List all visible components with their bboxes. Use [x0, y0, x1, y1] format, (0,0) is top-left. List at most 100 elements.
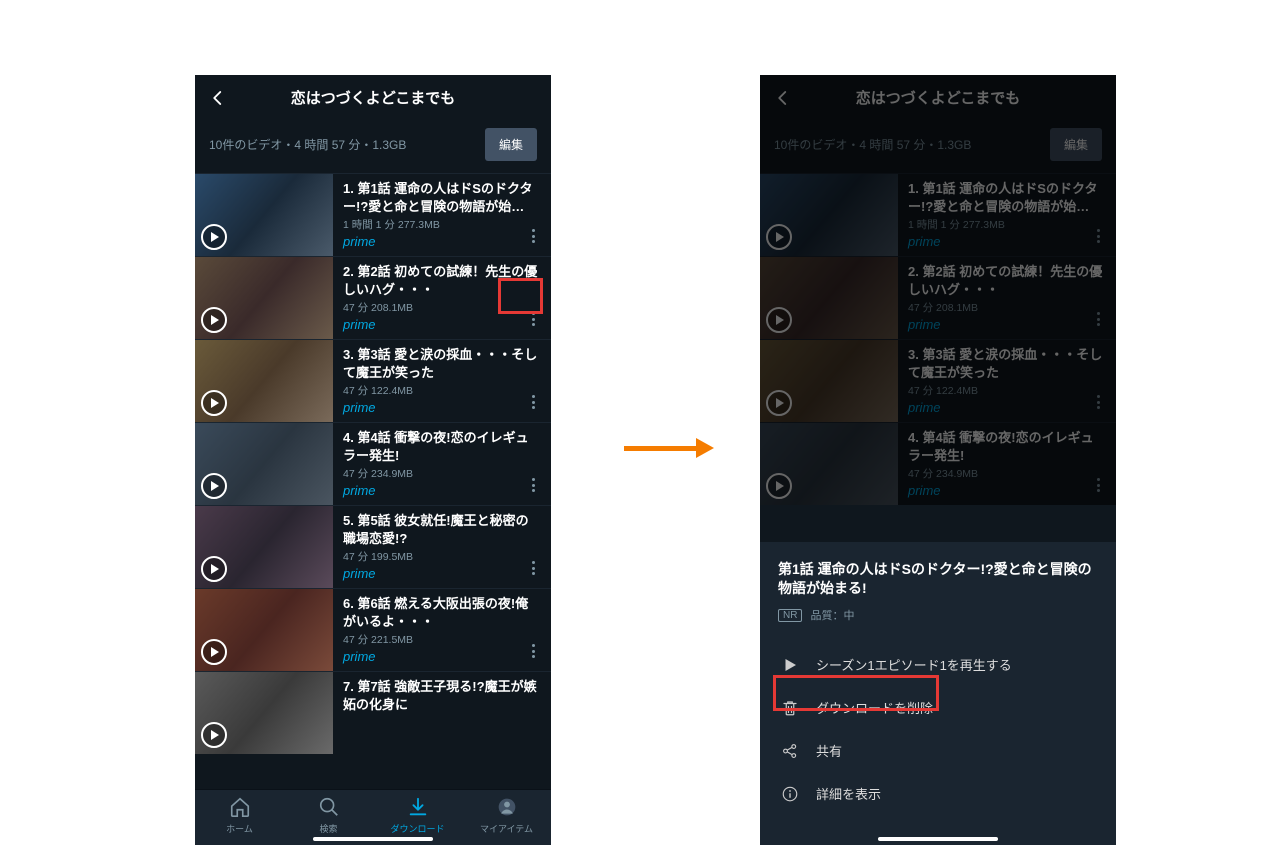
- episode-thumbnail[interactable]: [195, 672, 333, 754]
- episode-row[interactable]: 4. 第4話 衝撃の夜!恋のイレギュラー発生! 47 分 234.9MB prime: [760, 422, 1116, 505]
- sheet-action-share[interactable]: 共有: [778, 729, 1098, 772]
- episode-row[interactable]: 2. 第2話 初めての試練！先生の優しいハグ・・・47 分 208.1MBpri…: [760, 256, 1116, 339]
- episode-meta: 47 分 234.9MB: [908, 466, 1106, 481]
- more-button[interactable]: [1086, 224, 1110, 248]
- nav-label: ダウンロード: [390, 822, 444, 835]
- sheet-action-play[interactable]: シーズン1エピソード1を再生する: [778, 643, 1098, 686]
- episode-title: 1. 第1話 運命の人はドSのドクター!?愛と命と冒険の物語が始…: [908, 180, 1106, 215]
- play-overlay-icon[interactable]: [766, 473, 792, 499]
- nav-label: 検索: [319, 822, 337, 835]
- home-indicator[interactable]: [313, 837, 433, 841]
- episode-title: 4. 第4話 衝撃の夜!恋のイレギュラー発生!: [908, 429, 1106, 464]
- nav-myitems[interactable]: マイアイテム: [462, 796, 551, 835]
- nav-label: マイアイテム: [480, 822, 533, 835]
- episode-thumbnail[interactable]: [195, 589, 333, 671]
- more-button[interactable]: [1086, 307, 1110, 331]
- prime-badge: prime: [343, 234, 541, 249]
- episode-row[interactable]: 1. 第1話 運命の人はドSのドクター!?愛と命と冒険の物語が始… 1 時間 1 …: [195, 173, 551, 256]
- info-icon: [780, 785, 800, 803]
- episode-row[interactable]: 1. 第1話 運命の人はドSのドクター!?愛と命と冒険の物語が始…1 時間 1 …: [760, 173, 1116, 256]
- sheet-action-details[interactable]: 詳細を表示: [778, 772, 1098, 815]
- play-overlay-icon[interactable]: [201, 556, 227, 582]
- more-button[interactable]: [1086, 390, 1110, 414]
- episode-row[interactable]: 4. 第4話 衝撃の夜!恋のイレギュラー発生!47 分 234.9MBprime: [195, 422, 551, 505]
- more-button[interactable]: [521, 473, 545, 497]
- episode-title: 2. 第2話 初めての試練！先生の優しいハグ・・・: [343, 263, 541, 298]
- action-label: シーズン1エピソード1を再生する: [816, 655, 1012, 674]
- episode-thumbnail[interactable]: [760, 423, 898, 505]
- quality-label: 品質：中: [810, 607, 854, 623]
- play-overlay-icon[interactable]: [201, 722, 227, 748]
- play-overlay-icon[interactable]: [201, 307, 227, 333]
- page-title: 恋はつづくよどこまでも: [798, 87, 1078, 108]
- more-vertical-icon: [532, 229, 535, 243]
- nav-label: ホーム: [226, 822, 253, 835]
- more-button[interactable]: [1086, 473, 1110, 497]
- episode-row[interactable]: 2. 第2話 初めての試練！先生の優しいハグ・・・47 分 208.1MBpri…: [195, 256, 551, 339]
- episode-row[interactable]: 5. 第5話 彼女就任!魔王と秘密の職場恋愛!?47 分 199.5MBprim…: [195, 505, 551, 588]
- nav-home[interactable]: ホーム: [195, 796, 284, 835]
- chevron-left-icon: [209, 89, 227, 107]
- prime-badge: prime: [343, 566, 541, 581]
- episode-title: 4. 第4話 衝撃の夜!恋のイレギュラー発生!: [343, 429, 541, 464]
- episode-thumbnail[interactable]: [195, 174, 333, 256]
- play-overlay-icon[interactable]: [766, 307, 792, 333]
- play-icon: [780, 656, 800, 674]
- prime-badge: prime: [908, 400, 1106, 415]
- action-label: 詳細を表示: [816, 784, 881, 803]
- episode-thumbnail[interactable]: [195, 506, 333, 588]
- episode-thumbnail[interactable]: [195, 340, 333, 422]
- sheet-meta: NR 品質：中: [778, 607, 1098, 623]
- episode-row[interactable]: 6. 第6話 燃える大阪出張の夜!俺がいるよ・・・47 分 221.5MBpri…: [195, 588, 551, 671]
- more-button[interactable]: [521, 224, 545, 248]
- episode-list: 1. 第1話 運命の人はドSのドクター!?愛と命と冒険の物語が始… 1 時間 1 …: [195, 173, 551, 789]
- dimmed-background: 恋はつづくよどこまでも 10件のビデオ・4 時間 57 分・1.3GB 編集 1…: [760, 75, 1116, 505]
- avatar-icon: [496, 796, 518, 818]
- back-button[interactable]: [774, 89, 798, 107]
- more-vertical-icon: [532, 395, 535, 409]
- episode-row[interactable]: 3. 第3話 愛と涙の採血・・・そして魔王が笑った47 分 122.4MBpri…: [195, 339, 551, 422]
- nav-search[interactable]: 検索: [284, 796, 373, 835]
- edit-button[interactable]: 編集: [1050, 128, 1102, 161]
- play-overlay-icon[interactable]: [201, 224, 227, 250]
- play-overlay-icon[interactable]: [201, 390, 227, 416]
- episode-row[interactable]: 7. 第7話 強敵王子現る!?魔王が嫉妬の化身に: [195, 671, 551, 754]
- episode-title: 1. 第1話 運命の人はドSのドクター!?愛と命と冒険の物語が始…: [343, 180, 541, 215]
- nav-download[interactable]: ダウンロード: [373, 796, 462, 835]
- more-button[interactable]: [521, 639, 545, 663]
- home-indicator[interactable]: [878, 837, 998, 841]
- more-vertical-icon: [532, 312, 535, 326]
- back-button[interactable]: [209, 89, 233, 107]
- arrow-icon: [624, 438, 714, 458]
- more-vertical-icon: [532, 478, 535, 492]
- edit-button[interactable]: 編集: [485, 128, 537, 161]
- search-icon: [318, 796, 340, 818]
- prime-badge: prime: [343, 483, 541, 498]
- sheet-action-delete[interactable]: ダウンロードを削除: [778, 686, 1098, 729]
- episode-meta: 1 時間 1 分 277.3MB: [343, 217, 541, 232]
- episode-title: 3. 第3話 愛と涙の採血・・・そして魔王が笑った: [908, 346, 1106, 381]
- more-button[interactable]: [521, 556, 545, 580]
- more-button[interactable]: [521, 307, 545, 331]
- episode-thumbnail[interactable]: [760, 174, 898, 256]
- prime-badge: prime: [908, 483, 1106, 498]
- more-button[interactable]: [521, 390, 545, 414]
- episode-row[interactable]: 3. 第3話 愛と涙の採血・・・そして魔王が笑った47 分 122.4MBpri…: [760, 339, 1116, 422]
- play-overlay-icon[interactable]: [201, 473, 227, 499]
- episode-title: 3. 第3話 愛と涙の採血・・・そして魔王が笑った: [343, 346, 541, 381]
- episode-thumbnail[interactable]: [195, 257, 333, 339]
- page-title: 恋はつづくよどこまでも: [233, 87, 513, 108]
- episode-title: 7. 第7話 強敵王子現る!?魔王が嫉妬の化身に: [343, 678, 541, 713]
- episode-thumbnail[interactable]: [760, 257, 898, 339]
- more-vertical-icon: [1097, 229, 1100, 243]
- play-overlay-icon[interactable]: [766, 390, 792, 416]
- phone-screen-list: 恋はつづくよどこまでも 10件のビデオ・4 時間 57 分・1.3GB 編集 1…: [195, 75, 551, 845]
- episode-thumbnail[interactable]: [760, 340, 898, 422]
- play-overlay-icon[interactable]: [766, 224, 792, 250]
- episode-thumbnail[interactable]: [195, 423, 333, 505]
- play-overlay-icon[interactable]: [201, 639, 227, 665]
- episode-meta: 47 分 221.5MB: [343, 632, 541, 647]
- prime-badge: prime: [908, 234, 1106, 249]
- episode-meta: 47 分 208.1MB: [908, 300, 1106, 315]
- prime-badge: prime: [343, 649, 541, 664]
